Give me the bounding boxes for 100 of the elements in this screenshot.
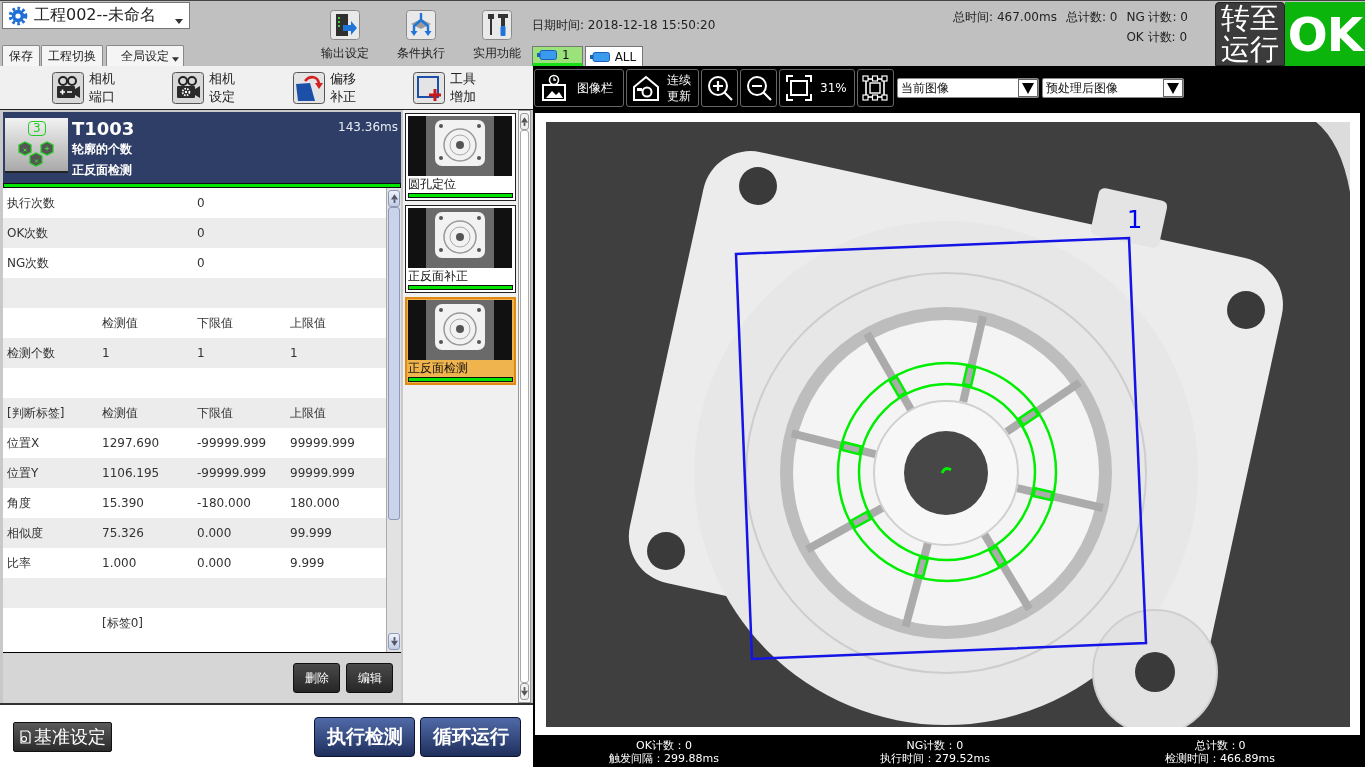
tool-list-item[interactable]: 正反面检测	[405, 297, 516, 385]
document-icon	[18, 730, 32, 744]
status-text: 检测时间：466.89ms	[1165, 752, 1275, 765]
edge-mark	[840, 440, 863, 456]
caret-icon	[172, 56, 179, 62]
table-cell: -99999.999	[197, 466, 267, 480]
toolbar-button[interactable]: 条件执行	[383, 1, 459, 65]
scrollbar[interactable]	[518, 110, 531, 703]
zoom-in-button[interactable]	[701, 69, 738, 107]
scrollbar-thumb[interactable]	[520, 130, 529, 683]
image-source-dropdown[interactable]: 当前图像	[896, 78, 1039, 98]
table-cell: 180.000	[290, 496, 340, 510]
selection-handles-icon	[861, 74, 890, 102]
table-cell: 99.999	[290, 526, 332, 540]
status-text: 触发间隔：299.88ms	[609, 752, 719, 765]
edge-mark	[987, 544, 1008, 568]
baseline-settings-button[interactable]: 基准设定	[13, 722, 112, 752]
status-text: NG计数：0	[906, 739, 964, 752]
tool-code: T1003	[72, 118, 135, 139]
scroll-down-button[interactable]	[388, 633, 400, 650]
table-cell: 检测个数	[7, 344, 55, 362]
table-cell: 位置X	[7, 434, 40, 452]
table-cell: 角度	[7, 494, 31, 512]
tool-type: 轮廓的个数	[72, 141, 132, 158]
table-cell: [标签0]	[102, 614, 143, 632]
tool-button[interactable]: 工具增加	[412, 69, 533, 106]
table-cell: 1106.195	[102, 466, 160, 480]
toolbar-button[interactable]: 输出设定	[307, 1, 383, 65]
tool-time: 143.36ms	[338, 119, 398, 136]
select-region-button[interactable]	[856, 69, 894, 107]
table-cell: 执行次数	[7, 194, 55, 212]
frame-plus-icon	[412, 71, 445, 104]
zoom-out-icon	[744, 74, 773, 102]
table-cell: 1297.690	[102, 436, 160, 450]
table-cell: 75.326	[102, 526, 144, 540]
house-camera-icon	[632, 74, 660, 102]
scroll-up-button[interactable]	[520, 113, 529, 130]
caret-icon	[175, 19, 183, 24]
table-action-button[interactable]: 编辑	[346, 663, 393, 693]
table-cell: 0.000	[197, 526, 232, 540]
count-badge: 3	[28, 121, 46, 136]
table-cell: NG次数	[7, 254, 50, 272]
tool-button[interactable]: 相机设定	[172, 69, 293, 106]
action-button[interactable]: 执行检测	[314, 717, 415, 757]
scroll-up-button[interactable]	[388, 190, 400, 207]
zoom-out-button[interactable]	[740, 69, 777, 107]
table-cell: 检测值	[102, 314, 138, 332]
table-cell: 99999.999	[290, 466, 355, 480]
battery-icon	[589, 51, 610, 62]
table-cell: 下限值	[197, 314, 233, 332]
table-cell: 1	[290, 346, 298, 360]
continuous-update-button[interactable]: 连续更新	[626, 69, 699, 107]
menu-button[interactable]: 全局设定	[106, 45, 184, 66]
scroll-down-button[interactable]	[520, 683, 529, 700]
table-cell: 下限值	[197, 404, 233, 422]
table-cell: 99999.999	[290, 436, 355, 450]
total-count-label: 总计数: 0	[1065, 9, 1118, 26]
table-cell: 相似度	[7, 524, 43, 542]
status-text: OK计数：0	[636, 739, 692, 752]
ok-count-label: OK 计数: 0	[1126, 29, 1188, 46]
arrow-down-icon	[521, 687, 528, 696]
arrow-up-icon	[390, 194, 398, 203]
camera-tab[interactable]: 1	[532, 46, 583, 66]
tool-list-item[interactable]: 正反面补正	[405, 205, 516, 293]
table-action-button[interactable]: 删除	[293, 663, 340, 693]
table-cell: 0.000	[197, 556, 232, 570]
fit-view-button[interactable]: 31%	[779, 69, 855, 107]
table-cell: 1	[102, 346, 110, 360]
status-text: 总计数：0	[1194, 739, 1246, 752]
table-cell: 比率	[7, 554, 31, 572]
image-source-dropdown[interactable]: 预处理后图像	[1041, 78, 1184, 98]
table-cell: 15.390	[102, 496, 144, 510]
gear-icon	[8, 5, 28, 26]
menu-button[interactable]: 保存	[2, 45, 40, 66]
table-cell: 0	[197, 226, 205, 240]
camera-gear-icon	[172, 71, 205, 104]
table-cell: 1.000	[102, 556, 137, 570]
tools-icon	[482, 10, 512, 40]
tool-list-item[interactable]: 圆孔定位	[405, 113, 516, 201]
edge-mark	[1017, 406, 1041, 427]
scrollbar-thumb[interactable]	[388, 207, 400, 520]
edge-mark	[888, 375, 908, 399]
offset-icon	[292, 71, 325, 104]
toolbar-button[interactable]: 实用功能	[459, 1, 535, 65]
scrollbar[interactable]	[386, 188, 401, 652]
camera-tab[interactable]: ALL	[584, 46, 644, 66]
status-text: 执行时间：279.52ms	[880, 752, 990, 765]
zoom-in-icon	[705, 74, 734, 102]
tool-button[interactable]: 相机端口	[52, 69, 173, 106]
edge-mark	[1031, 486, 1055, 502]
tool-button[interactable]: 偏移补正	[292, 69, 413, 106]
edge-mark	[961, 364, 977, 388]
action-button[interactable]: 循环运行	[420, 717, 521, 757]
menu-button[interactable]: 工程切换	[41, 45, 103, 66]
run-mode-button[interactable]: 转至运行	[1215, 2, 1285, 66]
image-bar-button[interactable]: 图像栏	[534, 69, 624, 107]
edge-mark	[913, 555, 930, 579]
project-dropdown[interactable]: 工程002--未命名	[2, 2, 190, 29]
arrow-up-icon	[521, 117, 528, 126]
datetime-label: 日期时间: 2018-12-18 15:50:20	[532, 17, 716, 33]
